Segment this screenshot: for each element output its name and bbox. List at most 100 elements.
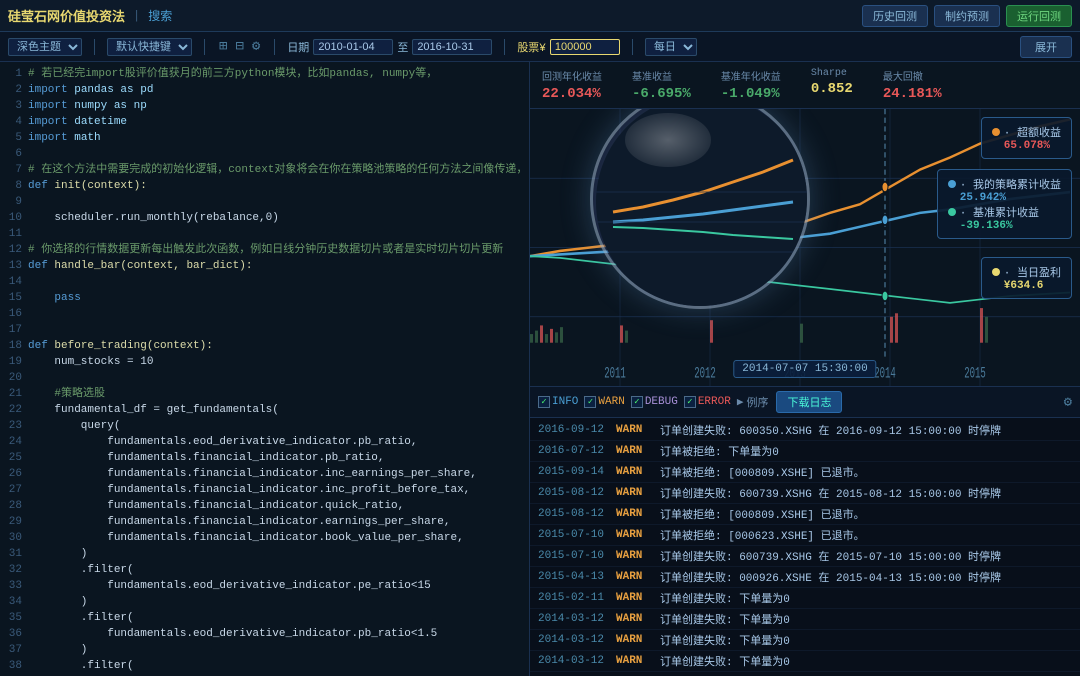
log-message: 订单创建失败: 600739.XSHG 在 2015-08-12 15:00:0…	[660, 485, 1072, 501]
svg-text:2011: 2011	[604, 364, 626, 382]
portfolio-tooltip: · 我的策略累计收益 25.942% · 基准累计收益 -39.136%	[937, 169, 1072, 239]
warn-filter[interactable]: ✓ WARN	[584, 396, 624, 408]
date-end-input[interactable]	[412, 39, 492, 55]
code-line: 35 .filter(	[0, 610, 529, 626]
annual-return-stat: 回测年化收益 22.034%	[542, 68, 602, 102]
run-button[interactable]: 运行回测	[1006, 5, 1072, 27]
warn-checkbox[interactable]: ✓	[584, 396, 596, 408]
error-checkbox[interactable]: ✓	[684, 396, 696, 408]
log-message: 订单被拒绝: [000809.XSHE] 已退市。	[660, 464, 1072, 480]
portfolio-tooltip-value: 25.942%	[960, 192, 1006, 204]
right-panel: 回测年化收益 22.034% 基准收益 -6.695% 基准年化收益 -1.04…	[530, 62, 1080, 676]
log-row: 2014-03-12 WARN 订单创建失败: 下单量为0	[530, 630, 1080, 651]
log-message: 订单被拒绝: [000809.XSHE] 已退市。	[660, 506, 1072, 522]
settings-icon[interactable]: ⚙	[250, 36, 262, 57]
code-line: 7# 在这个方法中需要完成的初始化逻辑，context对象将会在你在策略池策略的…	[0, 162, 529, 178]
log-row: 2015-07-10 WARN 订单创建失败: 600739.XSHG 在 20…	[530, 546, 1080, 567]
stats-bar: 回测年化收益 22.034% 基准收益 -6.695% 基准年化收益 -1.04…	[530, 62, 1080, 109]
sep-icon: ▶	[737, 395, 744, 409]
capital-input[interactable]	[550, 39, 620, 55]
expand-button[interactable]: 展开	[1020, 36, 1072, 58]
log-row: 2016-07-12 WARN 订单被拒绝: 下单量为0	[530, 441, 1080, 462]
line-content: )	[28, 546, 529, 562]
line-number: 12	[0, 242, 28, 258]
log-content[interactable]: 2016-09-12 WARN 订单创建失败: 600350.XSHG 在 20…	[530, 418, 1080, 676]
log-date: 2015-04-13	[538, 571, 608, 583]
top-bar-actions: 历史回测 制约预测 运行回测	[862, 5, 1072, 27]
code-line: 19 num_stocks = 10	[0, 354, 529, 370]
main-layout: 1# 若已经完import股评价值获月的前三方python模块，比如pandas…	[0, 62, 1080, 676]
divider-3	[274, 39, 275, 55]
theme-select[interactable]: 深色主题	[8, 38, 82, 56]
line-content: #策略选股	[28, 386, 529, 402]
paste-icon[interactable]: ⊟	[233, 36, 245, 57]
line-content	[28, 370, 529, 386]
code-panel: 1# 若已经完import股评价值获月的前三方python模块，比如pandas…	[0, 62, 530, 676]
debug-label: DEBUG	[645, 396, 678, 408]
line-number: 29	[0, 514, 28, 530]
max-drawdown-stat: 最大回撤 24.181%	[883, 68, 942, 102]
line-number: 5	[0, 130, 28, 146]
benchmark-annual-label: 基准年化收益	[721, 68, 781, 84]
log-row: 2015-09-14 WARN 订单被拒绝: [000809.XSHE] 已退市…	[530, 462, 1080, 483]
code-line: 22 fundamental_df = get_fundamentals(	[0, 402, 529, 418]
error-filter[interactable]: ✓ ERROR	[684, 396, 731, 408]
line-number: 34	[0, 594, 28, 610]
error-label: ERROR	[698, 396, 731, 408]
history-button[interactable]: 历史回测	[862, 5, 928, 27]
code-line: 36 fundamentals.eod_derivative_indicator…	[0, 626, 529, 642]
benchmark-return-value: -6.695%	[632, 86, 691, 102]
line-content: .filter(	[28, 610, 529, 626]
line-content	[28, 322, 529, 338]
sharpe-stat: Sharpe 0.852	[811, 68, 853, 97]
line-number: 27	[0, 482, 28, 498]
log-level: WARN	[616, 424, 652, 436]
freq-select[interactable]: 每日	[645, 38, 697, 56]
log-message: 订单被拒绝: 下单量为0	[660, 443, 1072, 459]
line-number: 36	[0, 626, 28, 642]
line-content: .filter(	[28, 658, 529, 674]
log-settings-icon[interactable]: ⚙	[1064, 394, 1072, 411]
search-link[interactable]: 搜索	[148, 7, 172, 24]
line-number: 38	[0, 658, 28, 674]
line-content: num_stocks = 10	[28, 354, 529, 370]
benchmark-tooltip-label: · 基准累计收益	[960, 208, 1039, 220]
line-number: 22	[0, 402, 28, 418]
quick-process-select[interactable]: 默认快捷键	[107, 38, 192, 56]
preview-button[interactable]: 制约预测	[934, 5, 1000, 27]
line-content: fundamentals.financial_indicator.earning…	[28, 514, 529, 530]
info-checkbox[interactable]: ✓	[538, 396, 550, 408]
code-line: 1# 若已经完import股评价值获月的前三方python模块，比如pandas…	[0, 66, 529, 82]
log-row: 2014-03-12 WARN 订单创建失败: 下单量为0	[530, 651, 1080, 672]
line-number: 3	[0, 98, 28, 114]
code-line: 3import numpy as np	[0, 98, 529, 114]
info-filter[interactable]: ✓ INFO	[538, 396, 578, 408]
debug-checkbox[interactable]: ✓	[631, 396, 643, 408]
line-content: def before_trading(context):	[28, 338, 529, 354]
code-line: 16	[0, 306, 529, 322]
line-number: 1	[0, 66, 28, 82]
icon-group: ⊞ ⊟ ⚙	[217, 36, 262, 57]
code-line: 29 fundamentals.financial_indicator.earn…	[0, 514, 529, 530]
strategy-tooltip: · 超额收益 65.078%	[981, 117, 1072, 159]
chart-area[interactable]: 2011 2012 2013 2014 2015	[530, 109, 1080, 386]
code-line: 32 .filter(	[0, 562, 529, 578]
log-level: WARN	[616, 550, 652, 562]
line-number: 16	[0, 306, 28, 322]
download-log-button[interactable]: 下载日志	[776, 391, 842, 413]
date-start-input[interactable]	[313, 39, 393, 55]
capital-group: 股票¥	[517, 39, 620, 55]
log-toolbar: ✓ INFO ✓ WARN ✓ DEBUG ✓ ERROR	[530, 387, 1080, 418]
line-number: 8	[0, 178, 28, 194]
line-number: 24	[0, 434, 28, 450]
code-editor[interactable]: 1# 若已经完import股评价值获月的前三方python模块，比如pandas…	[0, 62, 529, 676]
debug-filter[interactable]: ✓ DEBUG	[631, 396, 678, 408]
log-message: 订单创建失败: 600350.XSHG 在 2016-09-12 15:00:0…	[660, 422, 1072, 438]
daily-tooltip-label: · 当日盈利	[1004, 268, 1061, 280]
annual-return-value: 22.034%	[542, 86, 602, 102]
line-number: 11	[0, 226, 28, 242]
code-line: 13def handle_bar(context, bar_dict):	[0, 258, 529, 274]
benchmark-return-stat: 基准收益 -6.695%	[632, 68, 691, 102]
copy-icon[interactable]: ⊞	[217, 36, 229, 57]
code-line: 28 fundamentals.financial_indicator.quic…	[0, 498, 529, 514]
